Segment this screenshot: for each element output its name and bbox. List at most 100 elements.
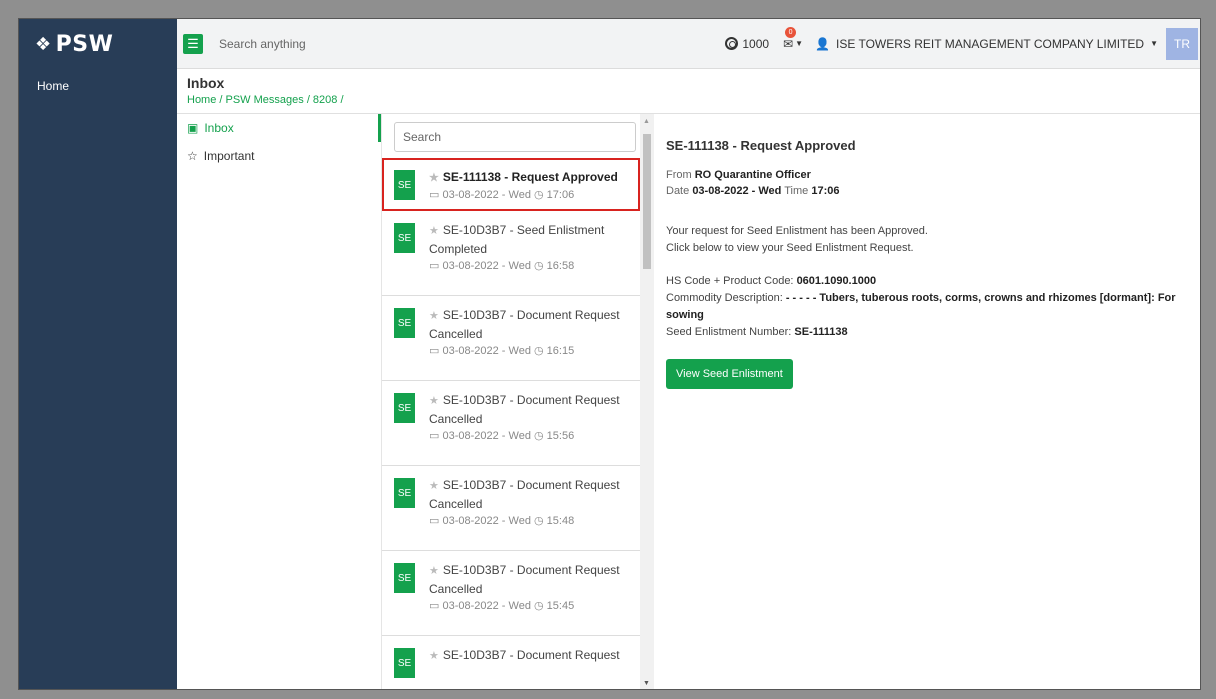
from-value: RO Quarantine Officer bbox=[694, 169, 811, 181]
folder-inbox[interactable]: ▣ Inbox bbox=[177, 114, 381, 142]
caret-down-icon: ▼ bbox=[1150, 39, 1158, 48]
star-icon[interactable]: ★ bbox=[429, 310, 439, 322]
star-icon[interactable]: ★ bbox=[429, 172, 439, 184]
global-search-input[interactable]: Search anything bbox=[219, 37, 725, 51]
message-list: Search SE ★ SE-111138 - Request Approved … bbox=[382, 114, 654, 689]
date-label: Date bbox=[666, 185, 690, 197]
time-label: Time bbox=[784, 185, 809, 197]
message-badge: SE bbox=[394, 478, 415, 508]
page-header: Inbox Home / PSW Messages / 8208 / bbox=[177, 69, 1200, 114]
avatar[interactable]: TR bbox=[1166, 27, 1198, 60]
psw-logo[interactable]: ❖ PSW bbox=[19, 19, 177, 69]
hs-code: HS Code + Product Code: 0601.1090.1000 bbox=[666, 273, 1188, 290]
logo-diamond-icon: ❖ bbox=[35, 33, 52, 55]
message-list-scrollbar[interactable]: ▲ ▼ bbox=[640, 114, 654, 689]
breadcrumb[interactable]: Home / PSW Messages / 8208 / bbox=[187, 94, 1190, 106]
message-date: 03-08-2022 - Wed bbox=[442, 515, 531, 527]
star-icon[interactable]: ★ bbox=[429, 565, 439, 577]
message-subject: SE-10D3B7 - Document Request Cancelled bbox=[429, 393, 620, 426]
message-time: 16:15 bbox=[546, 345, 575, 357]
folder-important[interactable]: ☆ Important bbox=[177, 142, 381, 170]
detail-line-1: Your request for Seed Enlistment has bee… bbox=[666, 225, 928, 237]
menu-toggle-button[interactable]: ☰ bbox=[183, 33, 203, 54]
hs-value: 0601.1090.1000 bbox=[796, 275, 877, 287]
message-search-input[interactable]: Search bbox=[394, 122, 636, 152]
message-item[interactable]: SE ★ SE-10D3B7 - Seed Enlistment Complete… bbox=[382, 211, 640, 296]
message-item[interactable]: SE ★ SE-10D3B7 - Document Request Cancell… bbox=[382, 551, 640, 636]
coin-count: 1000 bbox=[742, 36, 770, 51]
clock-icon: ◷ bbox=[534, 600, 544, 612]
clock-icon: ◷ bbox=[534, 260, 544, 272]
envelope-icon: ✉ bbox=[783, 36, 794, 51]
coin-icon bbox=[725, 37, 739, 50]
message-item[interactable]: SE ★ SE-111138 - Request Approved ▭ 03-08… bbox=[382, 158, 640, 211]
star-icon[interactable]: ★ bbox=[429, 225, 439, 237]
message-badge: SE bbox=[394, 648, 415, 678]
enlist-value: SE-111138 bbox=[794, 326, 848, 338]
view-seed-enlistment-button[interactable]: View Seed Enlistment bbox=[666, 359, 793, 389]
enlist-label: Seed Enlistment Number: bbox=[666, 326, 792, 338]
star-icon[interactable]: ★ bbox=[429, 395, 439, 407]
calendar-icon: ▭ bbox=[429, 345, 440, 357]
message-item[interactable]: SE ★ SE-10D3B7 - Document Request Cancell… bbox=[382, 466, 640, 551]
clock-icon: ◷ bbox=[534, 515, 544, 527]
enlistment-number: Seed Enlistment Number: SE-111138 bbox=[666, 324, 1188, 341]
sidebar-item-home[interactable]: Home bbox=[19, 69, 177, 103]
hamburger-icon: ☰ bbox=[187, 36, 199, 51]
commodity-description: Commodity Description: - - - - - Tubers,… bbox=[666, 290, 1188, 324]
scrollbar-thumb[interactable] bbox=[643, 134, 651, 269]
message-date: 03-08-2022 - Wed bbox=[442, 189, 531, 201]
message-item[interactable]: SE ★ SE-10D3B7 - Document Request Cancell… bbox=[382, 381, 640, 466]
message-item[interactable]: SE ★ SE-10D3B7 - Document Request Cancell… bbox=[382, 296, 640, 381]
calendar-icon: ▭ bbox=[429, 600, 440, 612]
company-name: ISE TOWERS REIT MANAGEMENT COMPANY LIMIT… bbox=[836, 36, 1145, 51]
notifications-dropdown[interactable]: ✉ 0 ▼ bbox=[783, 26, 804, 51]
inbox-icon: ▣ bbox=[187, 121, 199, 135]
message-subject: SE-10D3B7 - Document Request Cancelled bbox=[429, 563, 620, 596]
message-badge: SE bbox=[394, 563, 415, 593]
folder-list: ▣ Inbox ☆ Important bbox=[177, 114, 382, 689]
message-subject: SE-10D3B7 - Document Request bbox=[442, 648, 620, 662]
date-value: 03-08-2022 - Wed bbox=[692, 185, 782, 197]
app-window: ❖ PSW Home ☰ Search anything 1000 ✉ 0 ▼ … bbox=[18, 18, 1201, 690]
calendar-icon: ▭ bbox=[429, 515, 440, 527]
page-title: Inbox bbox=[187, 75, 225, 91]
star-icon[interactable]: ★ bbox=[429, 480, 439, 492]
message-badge: SE bbox=[394, 393, 415, 423]
message-time: 17:06 bbox=[546, 189, 575, 201]
star-icon[interactable]: ★ bbox=[429, 650, 439, 662]
sidebar: ❖ PSW Home bbox=[19, 19, 177, 689]
folder-label: Important bbox=[203, 149, 255, 163]
calendar-icon: ▭ bbox=[429, 430, 440, 442]
message-badge: SE bbox=[394, 223, 415, 253]
logo-text: PSW bbox=[55, 31, 114, 57]
hs-label: HS Code + Product Code: bbox=[666, 275, 794, 287]
message-item[interactable]: SE ★ SE-10D3B7 - Document Request bbox=[382, 636, 640, 689]
top-bar: ☰ Search anything 1000 ✉ 0 ▼ 👤 ISE TOWER… bbox=[177, 19, 1200, 69]
message-time: 15:56 bbox=[546, 430, 575, 442]
commodity-label: Commodity Description: bbox=[666, 292, 783, 304]
message-date: 03-08-2022 - Wed bbox=[442, 345, 531, 357]
message-badge: SE bbox=[394, 170, 415, 200]
scroll-up-icon[interactable]: ▲ bbox=[643, 118, 650, 125]
star-icon: ☆ bbox=[187, 149, 198, 163]
message-date: 03-08-2022 - Wed bbox=[442, 260, 531, 272]
message-detail: SE-111138 - Request Approved From RO Qua… bbox=[654, 114, 1200, 689]
coin-balance[interactable]: 1000 bbox=[725, 37, 769, 51]
notification-badge: 0 bbox=[785, 26, 797, 38]
user-menu[interactable]: 👤 ISE TOWERS REIT MANAGEMENT COMPANY LIM… bbox=[815, 37, 1158, 51]
message-date: 03-08-2022 - Wed bbox=[442, 430, 531, 442]
message-time: 15:45 bbox=[546, 600, 575, 612]
clock-icon: ◷ bbox=[534, 345, 544, 357]
user-icon: 👤 bbox=[815, 36, 831, 51]
scroll-down-icon[interactable]: ▼ bbox=[643, 680, 650, 687]
message-subject: SE-10D3B7 - Document Request Cancelled bbox=[429, 308, 620, 341]
message-time: 15:48 bbox=[546, 515, 575, 527]
detail-from: From RO Quarantine Officer bbox=[666, 167, 1188, 183]
detail-date: Date 03-08-2022 - Wed Time 17:06 bbox=[666, 183, 1188, 199]
caret-down-icon: ▼ bbox=[795, 39, 804, 48]
message-badge: SE bbox=[394, 308, 415, 338]
message-subject: SE-10D3B7 - Document Request Cancelled bbox=[429, 478, 620, 511]
message-date: 03-08-2022 - Wed bbox=[442, 600, 531, 612]
from-label: From bbox=[666, 169, 692, 181]
